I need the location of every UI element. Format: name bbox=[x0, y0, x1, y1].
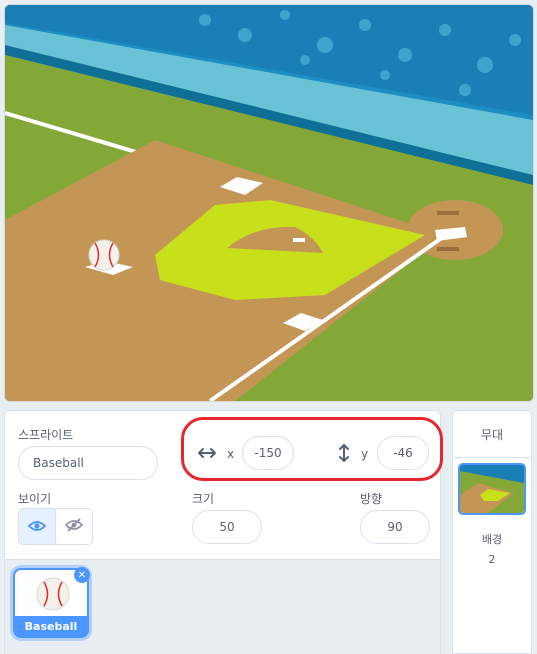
sprite-label: 스프라이트 bbox=[18, 428, 74, 442]
baseball-sprite[interactable] bbox=[88, 239, 120, 271]
direction-input[interactable]: 90 bbox=[360, 510, 430, 544]
vertical-arrows-icon bbox=[338, 443, 350, 467]
visibility-toggle bbox=[18, 508, 93, 545]
baseball-field-backdrop bbox=[5, 5, 533, 401]
delete-sprite-button[interactable]: ✕ bbox=[74, 567, 90, 583]
sprite-info-panel: 스프라이트 Baseball x -150 y -46 보이기 크기 50 방향… bbox=[4, 410, 443, 560]
hide-button[interactable] bbox=[56, 509, 92, 544]
stage-selector-panel[interactable]: 무대 배경 2 bbox=[452, 410, 532, 654]
stage-canvas[interactable] bbox=[4, 4, 534, 402]
direction-label: 방향 bbox=[360, 492, 383, 506]
size-label: 크기 bbox=[192, 492, 215, 506]
close-icon: ✕ bbox=[77, 569, 87, 581]
x-label: x bbox=[227, 447, 235, 461]
size-input[interactable]: 50 bbox=[192, 510, 262, 544]
sprite-name-input[interactable]: Baseball bbox=[18, 446, 158, 480]
horizontal-arrows-icon bbox=[197, 445, 217, 464]
baseball-icon bbox=[35, 576, 71, 616]
sprite-tile-name: Baseball bbox=[15, 616, 87, 636]
sprite-list: Baseball ✕ bbox=[4, 560, 441, 654]
eye-icon bbox=[27, 517, 47, 536]
x-position-input[interactable]: -150 bbox=[242, 436, 294, 470]
stage-title: 무대 bbox=[453, 411, 531, 458]
show-label: 보이기 bbox=[18, 492, 52, 506]
show-button[interactable] bbox=[19, 509, 56, 544]
sprite-tile-baseball[interactable]: Baseball ✕ bbox=[13, 567, 90, 638]
y-position-input[interactable]: -46 bbox=[377, 436, 429, 470]
backdrops-label: 배경 bbox=[481, 533, 503, 546]
backdrops-count: 2 bbox=[488, 553, 496, 566]
y-label: y bbox=[361, 447, 369, 461]
eye-slash-icon bbox=[64, 517, 84, 536]
stage-backdrop-thumbnail[interactable] bbox=[458, 463, 526, 515]
